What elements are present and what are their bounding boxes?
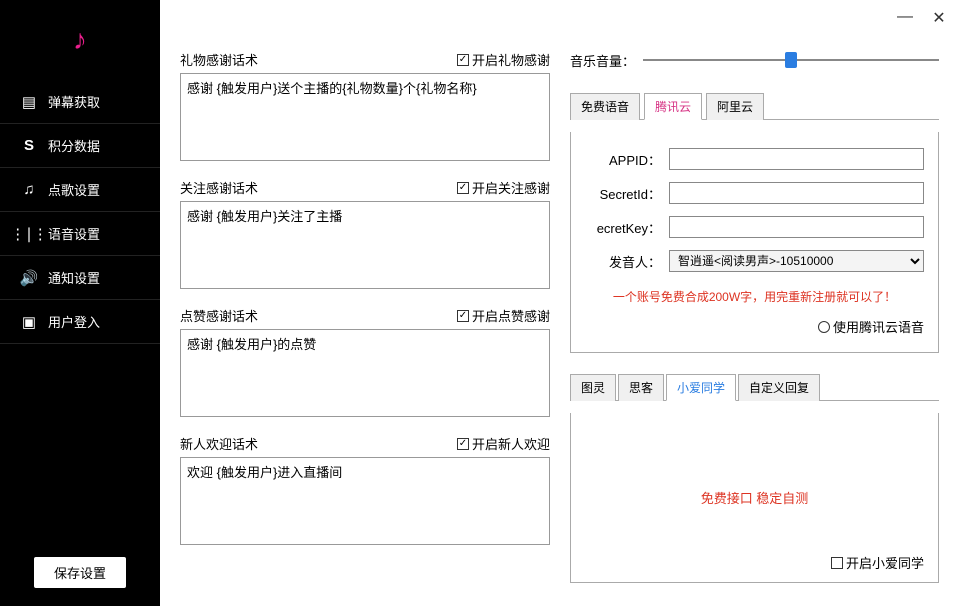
sidebar-item-danmu[interactable]: ▤ 弹幕获取: [0, 80, 160, 124]
bot-note: 免费接口 稳定自测: [701, 488, 809, 507]
gift-textarea[interactable]: [180, 73, 550, 161]
enable-xiaoai-checkbox[interactable]: 开启小爱同学: [831, 553, 924, 572]
welcome-textarea[interactable]: [180, 457, 550, 545]
welcome-checkbox[interactable]: ✓ 开启新人欢迎: [457, 434, 550, 453]
close-button[interactable]: ✕: [929, 8, 949, 28]
secretkey-input[interactable]: [669, 216, 924, 238]
tts-tab-body: APPID： SecretId： ecretKey： 发音人： 智逍遥<阅读男声…: [570, 132, 939, 353]
minimize-button[interactable]: —: [895, 8, 915, 28]
section-title: 关注感谢话术: [180, 178, 258, 197]
volume-label: 音乐音量：: [570, 51, 635, 70]
tab-xiaoai[interactable]: 小爱同学: [666, 374, 736, 401]
speaker-icon: 🔊: [20, 269, 38, 287]
slider-thumb[interactable]: [785, 52, 797, 68]
tab-free-tts[interactable]: 免费语音: [570, 93, 640, 120]
nav-label: 积分数据: [48, 136, 100, 155]
secretid-input[interactable]: [669, 182, 924, 204]
music-icon: ♫: [20, 181, 38, 198]
checkbox-label: 开启点赞感谢: [472, 306, 550, 325]
sidebar-item-voice[interactable]: ⋮∣⋮ 语音设置: [0, 212, 160, 256]
sidebar-item-song[interactable]: ♫ 点歌设置: [0, 168, 160, 212]
right-column: 音乐音量： 免费语音 腾讯云 阿里云 APPID： SecretId：: [560, 0, 959, 606]
nav-label: 弹幕获取: [48, 92, 100, 111]
main-content: — ✕ 礼物感谢话术 ✓ 开启礼物感谢 关注感谢话术 ✓: [160, 0, 959, 606]
volume-slider[interactable]: [643, 50, 939, 70]
volume-row: 音乐音量：: [570, 50, 939, 70]
sidebar-item-notify[interactable]: 🔊 通知设置: [0, 256, 160, 300]
appid-input[interactable]: [669, 148, 924, 170]
tab-tuling[interactable]: 图灵: [570, 374, 616, 401]
checkbox-icon: [831, 557, 843, 569]
bot-tabs: 图灵 思客 小爱同学 自定义回复: [570, 373, 939, 401]
app-logo: ♪: [0, 0, 160, 80]
checkbox-icon: ✓: [457, 438, 469, 450]
section-title: 点赞感谢话术: [180, 306, 258, 325]
tab-aliyun[interactable]: 阿里云: [706, 93, 764, 120]
checkbox-icon: ✓: [457, 310, 469, 322]
checkbox-label: 开启新人欢迎: [472, 434, 550, 453]
appid-label: APPID：: [585, 150, 661, 169]
checkbox-label: 开启礼物感谢: [472, 50, 550, 69]
like-checkbox[interactable]: ✓ 开启点赞感谢: [457, 306, 550, 325]
section-title: 新人欢迎话术: [180, 434, 258, 453]
radio-icon: [818, 321, 830, 333]
section-title: 礼物感谢话术: [180, 50, 258, 69]
like-textarea[interactable]: [180, 329, 550, 417]
sidebar: ♪ ▤ 弹幕获取 S 积分数据 ♫ 点歌设置 ⋮∣⋮ 语音设置 🔊 通知设置: [0, 0, 160, 606]
secretkey-label: ecretKey：: [585, 218, 661, 237]
section-welcome: 新人欢迎话术 ✓ 开启新人欢迎: [180, 434, 550, 548]
use-tencent-radio[interactable]: 使用腾讯云语音: [818, 317, 924, 336]
section-like: 点赞感谢话术 ✓ 开启点赞感谢: [180, 306, 550, 420]
follow-textarea[interactable]: [180, 201, 550, 289]
checkbox-label: 开启小爱同学: [846, 553, 924, 572]
nav-label: 用户登入: [48, 312, 100, 331]
tab-tencent[interactable]: 腾讯云: [644, 93, 702, 120]
left-column: 礼物感谢话术 ✓ 开启礼物感谢 关注感谢话术 ✓ 开启关注感谢: [160, 0, 560, 606]
section-gift: 礼物感谢话术 ✓ 开启礼物感谢: [180, 50, 550, 164]
checkbox-icon: ✓: [457, 54, 469, 66]
tab-custom[interactable]: 自定义回复: [738, 374, 820, 401]
nav-label: 点歌设置: [48, 180, 100, 199]
sidebar-item-points[interactable]: S 积分数据: [0, 124, 160, 168]
titlebar: — ✕: [895, 8, 949, 28]
music-note-icon: ♪: [73, 24, 87, 56]
checkbox-label: 开启关注感谢: [472, 178, 550, 197]
save-button[interactable]: 保存设置: [34, 557, 126, 588]
radio-label: 使用腾讯云语音: [833, 317, 924, 336]
secretid-label: SecretId：: [585, 184, 661, 203]
quota-note: 一个账号免费合成200W字，用完重新注册就可以了！: [585, 288, 924, 305]
section-follow: 关注感谢话术 ✓ 开启关注感谢: [180, 178, 550, 292]
gift-checkbox[interactable]: ✓ 开启礼物感谢: [457, 50, 550, 69]
bot-tab-body: 免费接口 稳定自测 开启小爱同学: [570, 413, 939, 583]
nav-label: 语音设置: [48, 224, 100, 243]
voice-select[interactable]: 智逍遥<阅读男声>-10510000: [669, 250, 924, 272]
s-icon: S: [20, 137, 38, 154]
tts-tabs: 免费语音 腾讯云 阿里云: [570, 92, 939, 120]
nav-label: 通知设置: [48, 268, 100, 287]
list-icon: ▤: [20, 93, 38, 111]
follow-checkbox[interactable]: ✓ 开启关注感谢: [457, 178, 550, 197]
sidebar-item-login[interactable]: ▣ 用户登入: [0, 300, 160, 344]
nav: ▤ 弹幕获取 S 积分数据 ♫ 点歌设置 ⋮∣⋮ 语音设置 🔊 通知设置 ▣ 用…: [0, 80, 160, 539]
user-icon: ▣: [20, 313, 38, 331]
checkbox-icon: ✓: [457, 182, 469, 194]
tab-sike[interactable]: 思客: [618, 374, 664, 401]
wave-icon: ⋮∣⋮: [20, 225, 38, 243]
voice-label: 发音人：: [585, 252, 661, 271]
